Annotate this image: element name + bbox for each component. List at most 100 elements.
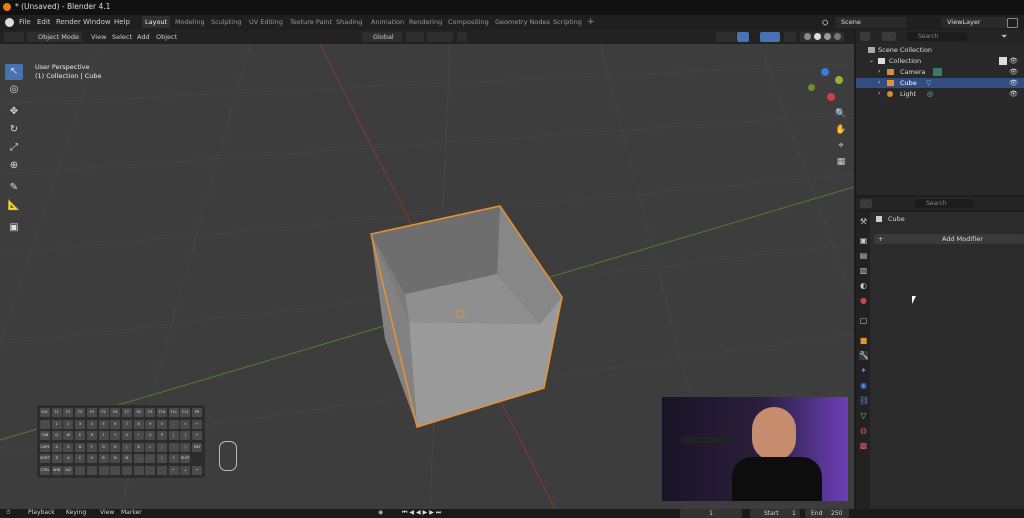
menu-select[interactable]: Select — [112, 32, 132, 42]
viewlayer-copy-icon[interactable] — [1007, 18, 1018, 28]
light-data-icon[interactable]: ◎ — [927, 89, 933, 99]
texture-tab-icon[interactable]: ▩ — [859, 441, 868, 450]
zoom-icon[interactable]: 🔍 — [835, 108, 847, 120]
add-workspace-button[interactable]: + — [584, 16, 598, 28]
overlay-toggle-button[interactable] — [760, 32, 780, 42]
scale-tool[interactable]: ⤢ — [5, 140, 23, 156]
tab-layout[interactable]: Layout — [142, 16, 171, 28]
select-box-tool[interactable]: ↖ — [5, 64, 23, 80]
viewlayer-field[interactable]: ViewLayer — [941, 17, 1007, 28]
menu-object[interactable]: Object — [156, 32, 177, 42]
navigation-gizmo[interactable] — [805, 68, 845, 104]
collection-tab-icon[interactable]: ▢ — [859, 316, 868, 325]
add-cube-tool[interactable]: ▣ — [5, 220, 23, 236]
scene-tab-icon[interactable]: ◐ — [859, 281, 868, 290]
scene-collection-row[interactable]: Scene Collection — [856, 45, 1024, 55]
proportional-edit-button[interactable] — [457, 32, 467, 42]
collection-row[interactable]: ⌄ Collection 👁 — [856, 56, 1024, 66]
shading-mode-buttons[interactable] — [800, 32, 844, 42]
menu-help[interactable]: Help — [114, 18, 130, 26]
playback-controls[interactable]: ⏮◀◀▶▶⏭ — [402, 509, 443, 517]
visibility-button[interactable] — [716, 32, 736, 42]
light-visibility-icon[interactable]: 👁 — [1009, 89, 1018, 99]
scene-field[interactable]: Scene — [835, 17, 906, 28]
move-tool[interactable]: ✥ — [5, 104, 23, 120]
menu-edit[interactable]: Edit — [37, 18, 51, 26]
menu-view[interactable]: View — [91, 32, 106, 42]
tab-animation[interactable]: Animation — [368, 16, 407, 28]
collection-expand-icon[interactable]: ⌄ — [869, 56, 874, 66]
tab-shading[interactable]: Shading — [333, 16, 365, 28]
current-frame-field[interactable]: 1 — [680, 509, 742, 518]
pan-hand-icon[interactable]: ✋ — [835, 124, 847, 136]
timeline-playback-menu[interactable]: Playback — [28, 509, 55, 516]
gizmo-y-axis-icon[interactable] — [835, 76, 843, 84]
constraints-tab-icon[interactable]: ⛓ — [859, 396, 869, 405]
output-tab-icon[interactable]: ▤ — [859, 251, 868, 260]
data-tab-icon[interactable]: ▽ — [859, 411, 868, 420]
tab-modeling[interactable]: Modeling — [172, 16, 208, 28]
annotate-tool[interactable]: ✎ — [5, 180, 23, 196]
menu-file[interactable]: File — [19, 18, 31, 26]
particles-tab-icon[interactable]: ✦ — [859, 366, 868, 375]
xray-toggle-button[interactable] — [784, 32, 796, 42]
rendered-shading-icon[interactable] — [834, 33, 841, 40]
gizmo-toggle-button[interactable] — [737, 32, 749, 42]
render-tab-icon[interactable]: ▣ — [859, 236, 868, 245]
filter-icon[interactable]: ⏷ — [1001, 32, 1010, 41]
start-frame-field[interactable]: Start 1 — [750, 509, 800, 518]
pivot-point-button[interactable] — [406, 32, 424, 42]
3d-viewport[interactable]: User Perspective (1) Collection | Cube 🔍… — [0, 44, 854, 509]
perspective-toggle-icon[interactable]: ▦ — [835, 156, 847, 168]
tab-uv-editing[interactable]: UV Editing — [246, 16, 286, 28]
end-frame-field[interactable]: End 250 — [805, 509, 849, 518]
outliner-search-input[interactable]: Search — [906, 32, 968, 41]
view-layer-tab-icon[interactable]: ▥ — [859, 266, 868, 275]
gizmo-x-axis-icon[interactable] — [827, 93, 835, 101]
cursor-tool[interactable]: ◎ — [5, 82, 23, 98]
scene-selector-icon[interactable]: ⛭ — [822, 18, 828, 28]
cube-mesh-data-icon[interactable]: ▽ — [926, 78, 931, 88]
camera-expand-icon[interactable]: › — [878, 67, 880, 77]
tab-rendering[interactable]: Rendering — [406, 16, 445, 28]
outliner-editor-type-icon[interactable] — [860, 32, 870, 41]
wireframe-shading-icon[interactable] — [804, 33, 811, 40]
outliner-item-camera[interactable]: › Camera 👁 — [856, 67, 1024, 77]
tab-geometry-nodes[interactable]: Geometry Nodes — [492, 16, 553, 28]
timeline-marker-menu[interactable]: Marker — [121, 509, 142, 516]
display-mode-icon[interactable] — [882, 32, 896, 41]
collection-visibility-icon[interactable]: 👁 — [1009, 56, 1018, 66]
solid-shading-icon[interactable] — [814, 33, 821, 40]
timeline-view-menu[interactable]: View — [100, 509, 114, 516]
timeline-editor-type-icon[interactable]: ⏱ — [6, 509, 11, 517]
tab-compositing[interactable]: Compositing — [445, 16, 492, 28]
mode-selector[interactable]: Object Mode — [27, 32, 82, 42]
outliner-item-cube[interactable]: › Cube ▽ 👁 — [856, 78, 1024, 88]
timeline-keying-menu[interactable]: Keying — [66, 509, 86, 516]
material-shading-icon[interactable] — [824, 33, 831, 40]
material-tab-icon[interactable]: ◍ — [859, 426, 868, 435]
orientation-selector[interactable]: Global — [362, 32, 402, 42]
editor-type-button[interactable] — [4, 32, 24, 42]
outliner-item-light[interactable]: › Light ◎ 👁 — [856, 89, 1024, 99]
collection-exclude-checkbox[interactable] — [999, 57, 1007, 65]
object-tab-icon[interactable]: ■ — [859, 336, 868, 345]
menu-window[interactable]: Window — [83, 18, 111, 26]
properties-search-input[interactable]: Search — [914, 199, 974, 208]
tool-tab-icon[interactable]: ⚒ — [859, 217, 868, 226]
blender-menu-icon[interactable] — [5, 18, 14, 27]
transform-tool[interactable]: ⊕ — [5, 158, 23, 174]
properties-editor-type-icon[interactable] — [860, 199, 872, 208]
camera-visibility-icon[interactable]: 👁 — [1009, 67, 1018, 77]
camera-data-icon[interactable] — [933, 68, 942, 76]
world-tab-icon[interactable]: ● — [859, 296, 868, 305]
menu-add[interactable]: Add — [137, 32, 150, 42]
cube-expand-icon[interactable]: › — [878, 78, 880, 88]
add-modifier-button[interactable]: + Add Modifier — [874, 234, 1024, 244]
tab-texture-paint[interactable]: Texture Paint — [287, 16, 335, 28]
cube-visibility-icon[interactable]: 👁 — [1009, 78, 1018, 88]
tab-sculpting[interactable]: Sculpting — [208, 16, 244, 28]
snapping-button[interactable] — [427, 32, 453, 42]
tab-scripting[interactable]: Scripting — [550, 16, 585, 28]
physics-tab-icon[interactable]: ◉ — [859, 381, 868, 390]
